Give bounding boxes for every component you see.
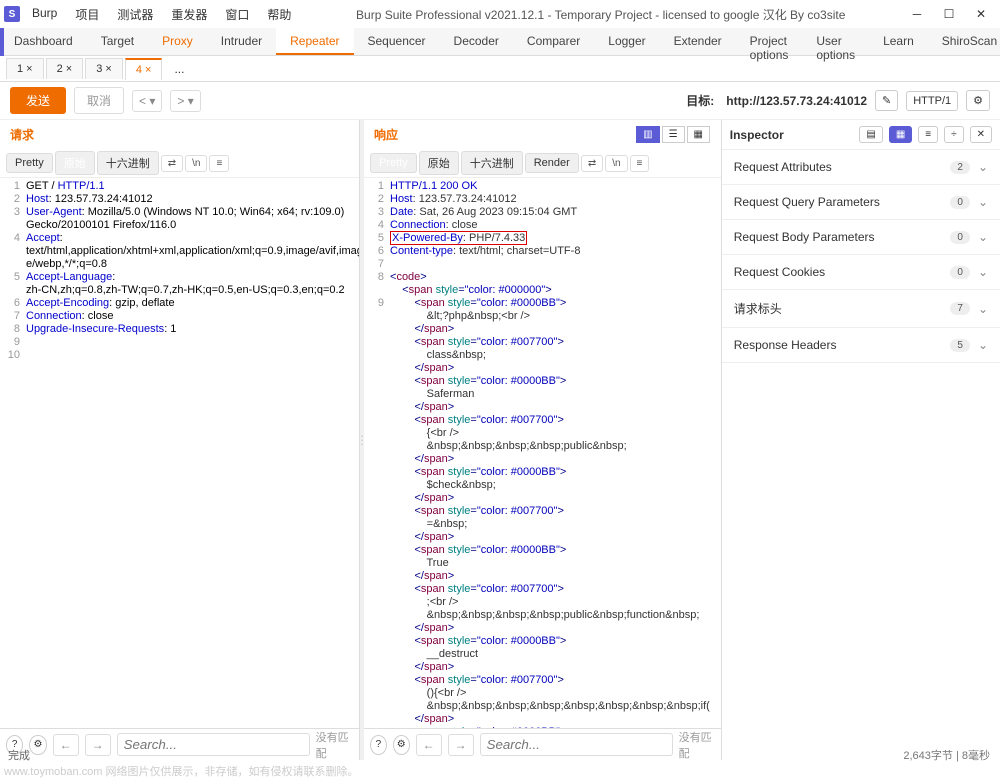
no-match-label: 没有匹配 xyxy=(316,729,353,761)
response-viewer[interactable]: 1HTTP/1.1 200 OK2Host: 123.57.73.24:4101… xyxy=(364,178,721,728)
settings-gear-icon[interactable]: ⚙ xyxy=(29,735,46,755)
view-tab-Pretty[interactable]: Pretty xyxy=(6,153,53,173)
tab-target[interactable]: Target xyxy=(87,28,148,55)
search-next-icon[interactable]: → xyxy=(448,734,474,756)
chevron-down-icon: ⌄ xyxy=(978,230,988,244)
subtab[interactable]: 1 × xyxy=(6,58,44,79)
status-bar: 2,643字节 | 8毫秒 xyxy=(903,747,990,763)
tab-sequencer[interactable]: Sequencer xyxy=(354,28,440,55)
send-button[interactable]: 发送 xyxy=(10,87,66,114)
no-match-label: 没有匹配 xyxy=(679,729,715,761)
view-tab-Pretty[interactable]: Pretty xyxy=(370,153,417,173)
inspector-row[interactable]: Request Query Parameters0⌄ xyxy=(722,185,1000,220)
subtab[interactable]: 4 × xyxy=(125,58,163,80)
chevron-down-icon: ⌄ xyxy=(978,265,988,279)
nav-back-button[interactable]: < ▾ xyxy=(132,90,162,112)
layout-columns-icon[interactable]: ▥ xyxy=(636,126,659,143)
tab-comparer[interactable]: Comparer xyxy=(513,28,594,55)
tab-shiroscan[interactable]: ShiroScan xyxy=(928,28,1000,55)
view-tab-原始[interactable]: 原始 xyxy=(419,151,459,175)
view-tab-Render[interactable]: Render xyxy=(525,153,579,173)
minimize-button[interactable]: ─ xyxy=(902,2,932,26)
chevron-down-icon: ⌄ xyxy=(978,338,988,352)
menu-Burp[interactable]: Burp xyxy=(24,2,65,27)
tab-logger[interactable]: Logger xyxy=(594,28,659,55)
target-url: http://123.57.73.24:41012 xyxy=(726,94,867,108)
menu-帮助[interactable]: 帮助 xyxy=(259,2,299,27)
layout-rows-icon[interactable]: ☰ xyxy=(662,126,685,143)
request-editor[interactable]: 1GET / HTTP/1.12Host: 123.57.73.24:41012… xyxy=(0,178,359,728)
search-next-icon[interactable]: → xyxy=(85,734,111,756)
watermark: www.toymoban.com 网络图片仅供展示，非存储，如有侵权请联系删除。 xyxy=(4,763,358,779)
chevron-down-icon: ⌄ xyxy=(978,302,988,316)
http-version-button[interactable]: HTTP/1 xyxy=(906,91,958,111)
subtab[interactable]: 2 × xyxy=(46,58,84,79)
chevron-down-icon: ⌄ xyxy=(978,160,988,174)
more-tabs-button[interactable]: ... xyxy=(164,58,194,80)
chevron-down-icon: ⌄ xyxy=(978,195,988,209)
inspector-row[interactable]: 请求标头7⌄ xyxy=(722,290,1000,328)
inspector-row[interactable]: Request Attributes2⌄ xyxy=(722,150,1000,185)
window-title: Burp Suite Professional v2021.12.1 - Tem… xyxy=(303,6,898,23)
nav-fwd-button[interactable]: > ▾ xyxy=(170,90,200,112)
inspector-title: Inspector xyxy=(730,128,854,142)
menu-窗口[interactable]: 窗口 xyxy=(217,2,257,27)
view-tab-十六进制[interactable]: 十六进制 xyxy=(97,151,159,175)
tab-repeater[interactable]: Repeater xyxy=(276,28,353,55)
view-list-icon[interactable]: ▤ xyxy=(859,126,882,143)
status-done: 完成 xyxy=(8,747,30,763)
close-button[interactable]: ✕ xyxy=(966,2,996,26)
subtab[interactable]: 3 × xyxy=(85,58,123,79)
help-icon[interactable]: ? xyxy=(370,735,387,755)
settings-gear-icon[interactable]: ⚙ xyxy=(393,735,410,755)
target-label: 目标: xyxy=(686,92,714,109)
request-title: 请求 xyxy=(0,120,359,149)
newline-toggle-icon[interactable]: \n xyxy=(185,155,207,172)
tab-intruder[interactable]: Intruder xyxy=(207,28,276,55)
response-search-input[interactable] xyxy=(480,733,673,756)
cancel-button[interactable]: 取消 xyxy=(74,87,124,114)
tab-project-options[interactable]: Project options xyxy=(736,28,803,55)
maximize-button[interactable]: ☐ xyxy=(934,2,964,26)
inspector-row[interactable]: Response Headers5⌄ xyxy=(722,328,1000,363)
menu-icon[interactable]: ≡ xyxy=(209,155,229,172)
search-prev-icon[interactable]: ← xyxy=(416,734,442,756)
filter-icon[interactable]: ≡ xyxy=(918,126,938,143)
tab-learn[interactable]: Learn xyxy=(869,28,928,55)
sort-icon[interactable]: ÷ xyxy=(944,126,964,143)
tab-dashboard[interactable]: Dashboard xyxy=(0,28,87,55)
tab-user-options[interactable]: User options xyxy=(802,28,869,55)
layout-grid-icon[interactable]: ▦ xyxy=(687,126,710,143)
search-prev-icon[interactable]: ← xyxy=(53,734,79,756)
request-search-input[interactable] xyxy=(117,733,310,756)
view-detail-icon[interactable]: ▦ xyxy=(889,126,912,143)
tab-extender[interactable]: Extender xyxy=(660,28,736,55)
edit-target-icon[interactable]: ✎ xyxy=(875,90,898,111)
menu-测试器[interactable]: 测试器 xyxy=(109,2,161,27)
menu-icon[interactable]: ≡ xyxy=(630,155,650,172)
action-button[interactable]: ⇄ xyxy=(161,155,183,172)
menu-重发器[interactable]: 重发器 xyxy=(163,2,215,27)
menu-项目[interactable]: 项目 xyxy=(67,2,107,27)
settings-icon[interactable]: ⚙ xyxy=(966,90,990,111)
inspector-row[interactable]: Request Cookies0⌄ xyxy=(722,255,1000,290)
app-logo: S xyxy=(4,6,20,22)
close-inspector-icon[interactable]: ✕ xyxy=(970,126,992,143)
tab-decoder[interactable]: Decoder xyxy=(440,28,513,55)
action-button[interactable]: ⇄ xyxy=(581,155,603,172)
tab-proxy[interactable]: Proxy xyxy=(148,28,207,55)
newline-toggle-icon[interactable]: \n xyxy=(605,155,627,172)
view-tab-原始[interactable]: 原始 xyxy=(55,151,95,175)
inspector-row[interactable]: Request Body Parameters0⌄ xyxy=(722,220,1000,255)
view-tab-十六进制[interactable]: 十六进制 xyxy=(461,151,523,175)
